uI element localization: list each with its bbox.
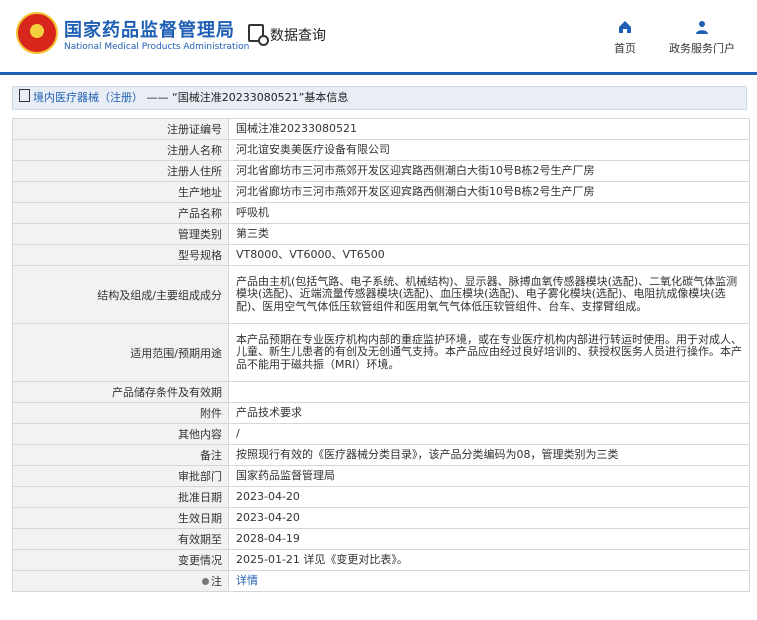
field-value: 2023-04-20 — [228, 507, 750, 529]
site-header: 国家药品监督管理局 National Medical Products Admi… — [0, 0, 757, 75]
brand-title: 国家药品监督管理局 — [64, 20, 235, 41]
field-value: 国械注准20233080521 — [228, 118, 750, 140]
field-value: 2023-04-20 — [228, 486, 750, 508]
field-label: 批准日期 — [12, 486, 229, 508]
table-row: 批准日期 2023-04-20 — [12, 486, 750, 508]
breadcrumb: 境内医疗器械（注册） —— “国械注准20233080521”基本信息 — [12, 86, 747, 110]
field-label: 其他内容 — [12, 423, 229, 445]
table-row: 产品名称 呼吸机 — [12, 202, 750, 224]
table-row: 注册人住所 河北省廊坊市三河市燕郊开发区迎宾路西侧潮白大街10号B栋2号生产厂房 — [12, 160, 750, 182]
table-row: 备注 按照现行有效的《医疗器械分类目录》，该产品分类编码为08，管理类别为三类 — [12, 444, 750, 466]
field-label: 产品储存条件及有效期 — [12, 381, 229, 403]
emblem-logo — [16, 12, 58, 54]
field-value: / — [228, 423, 750, 445]
table-row: 型号规格 VT8000、VT6000、VT6500 — [12, 244, 750, 266]
breadcrumb-category[interactable]: 境内医疗器械（注册） — [33, 91, 143, 104]
table-row: 生效日期 2023-04-20 — [12, 507, 750, 529]
field-value: 2025-01-21 详见《变更对比表》。 — [228, 549, 750, 571]
field-value: 详情 — [228, 570, 750, 592]
table-row: 有效期至 2028-04-19 — [12, 528, 750, 550]
field-value: 产品由主机(包括气路、电子系统、机械结构)、显示器、脉搏血氧传感器模块(选配)、… — [228, 265, 750, 324]
field-label: 注册人名称 — [12, 139, 229, 161]
table-row: 产品储存条件及有效期 — [12, 381, 750, 403]
breadcrumb-record: “国械注准20233080521”基本信息 — [172, 91, 349, 104]
table-row: 注 详情 — [12, 570, 750, 592]
detail-table: 注册证编号 国械注准20233080521 注册人名称 河北谊安奥美医疗设备有限公司… — [12, 118, 750, 592]
document-icon — [19, 89, 30, 102]
field-value: 河北省廊坊市三河市燕郊开发区迎宾路西侧潮白大街10号B栋2号生产厂房 — [228, 160, 750, 182]
field-label: 结构及组成/主要组成成分 — [12, 265, 229, 324]
field-value: 第三类 — [228, 223, 750, 245]
lightbulb-icon — [202, 578, 209, 585]
data-query-icon — [248, 24, 269, 46]
table-row: 注册证编号 国械注准20233080521 — [12, 118, 750, 140]
note-label: 注 — [211, 575, 222, 588]
nav-service-portal[interactable]: 政务服务门户 — [662, 20, 742, 56]
field-value: 2028-04-19 — [228, 528, 750, 550]
user-icon — [696, 21, 708, 34]
field-label: 产品名称 — [12, 202, 229, 224]
nav-service-label[interactable]: 政务服务门户 — [669, 42, 735, 55]
table-row: 注册人名称 河北谊安奥美医疗设备有限公司 — [12, 139, 750, 161]
field-label: 审批部门 — [12, 465, 229, 487]
field-label: 有效期至 — [12, 528, 229, 550]
field-value: 本产品预期在专业医疗机构内部的重症监护环境，或在专业医疗机构内部进行转运时使用。… — [228, 323, 750, 382]
home-icon — [619, 21, 631, 33]
field-value: 国家药品监督管理局 — [228, 465, 750, 487]
nav-home-label[interactable]: 首页 — [614, 42, 636, 55]
field-label: 管理类别 — [12, 223, 229, 245]
nav-home[interactable]: 首页 — [607, 20, 643, 56]
field-value: 河北省廊坊市三河市燕郊开发区迎宾路西侧潮白大街10号B栋2号生产厂房 — [228, 181, 750, 203]
table-row: 其他内容 / — [12, 423, 750, 445]
table-row: 生产地址 河北省廊坊市三河市燕郊开发区迎宾路西侧潮白大街10号B栋2号生产厂房 — [12, 181, 750, 203]
field-value: 呼吸机 — [228, 202, 750, 224]
field-value: 河北谊安奥美医疗设备有限公司 — [228, 139, 750, 161]
brand-subtitle: National Medical Products Administration — [64, 42, 250, 52]
field-label: 变更情况 — [12, 549, 229, 571]
field-value: 按照现行有效的《医疗器械分类目录》，该产品分类编码为08，管理类别为三类 — [228, 444, 750, 466]
field-label: 注 — [12, 570, 229, 592]
field-label: 备注 — [12, 444, 229, 466]
field-value: VT8000、VT6000、VT6500 — [228, 244, 750, 266]
field-label: 注册证编号 — [12, 118, 229, 140]
field-value: 产品技术要求 — [228, 402, 750, 424]
table-row: 变更情况 2025-01-21 详见《变更对比表》。 — [12, 549, 750, 571]
table-row: 管理类别 第三类 — [12, 223, 750, 245]
field-label: 注册人住所 — [12, 160, 229, 182]
field-label: 型号规格 — [12, 244, 229, 266]
breadcrumb-separator: —— — [143, 91, 172, 104]
field-value — [228, 381, 750, 403]
field-label: 生效日期 — [12, 507, 229, 529]
data-query-label[interactable]: 数据查询 — [270, 25, 326, 45]
field-label: 生产地址 — [12, 181, 229, 203]
table-row: 适用范围/预期用途 本产品预期在专业医疗机构内部的重症监护环境，或在专业医疗机构内… — [12, 323, 750, 382]
field-label: 适用范围/预期用途 — [12, 323, 229, 382]
table-row: 结构及组成/主要组成成分 产品由主机(包括气路、电子系统、机械结构)、显示器、脉搏… — [12, 265, 750, 324]
detail-link[interactable]: 详情 — [236, 574, 258, 587]
table-row: 附件 产品技术要求 — [12, 402, 750, 424]
field-label: 附件 — [12, 402, 229, 424]
table-row: 审批部门 国家药品监督管理局 — [12, 465, 750, 487]
